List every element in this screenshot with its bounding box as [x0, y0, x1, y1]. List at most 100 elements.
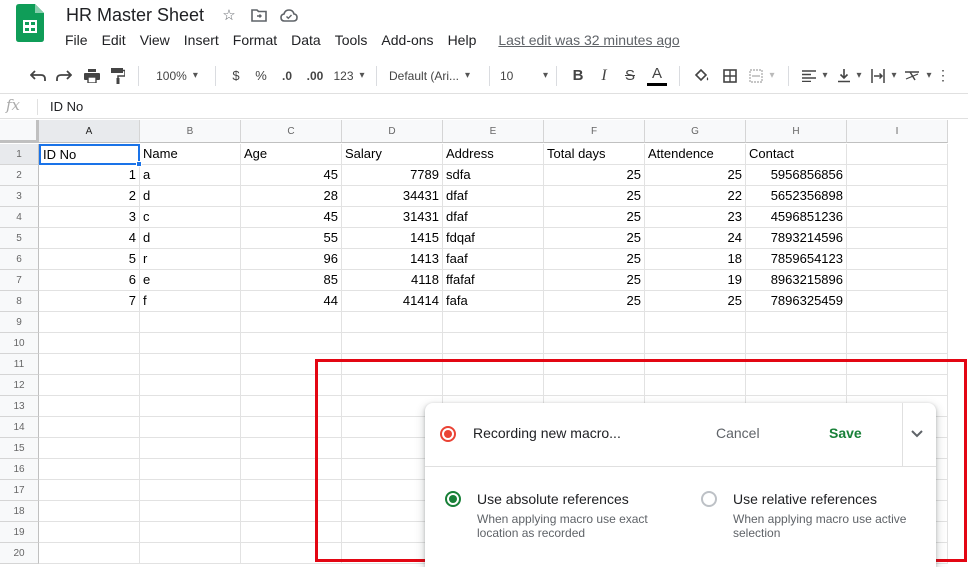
data-cell[interactable]: 45 [241, 207, 342, 228]
header-cell[interactable]: Address [443, 144, 544, 165]
data-cell[interactable]: 4118 [342, 270, 443, 291]
chevron-down-icon[interactable] [911, 425, 923, 441]
fill-color-icon[interactable] [688, 62, 716, 90]
empty-cell[interactable] [847, 291, 948, 312]
row-header[interactable]: 7 [0, 270, 39, 291]
column-header-h[interactable]: H [746, 120, 847, 143]
data-cell[interactable]: 7789 [342, 165, 443, 186]
data-cell[interactable]: 85 [241, 270, 342, 291]
column-header-i[interactable]: I [847, 120, 948, 143]
vertical-align-icon[interactable] [833, 62, 867, 90]
empty-cell[interactable] [39, 396, 140, 417]
empty-cell[interactable] [847, 312, 948, 333]
empty-cell[interactable] [140, 543, 241, 564]
menu-view[interactable]: View [133, 31, 177, 49]
formula-input[interactable]: ID No [50, 99, 83, 114]
menu-file[interactable]: File [58, 31, 95, 49]
empty-cell[interactable] [39, 522, 140, 543]
data-cell[interactable]: e [140, 270, 241, 291]
empty-cell[interactable] [140, 522, 241, 543]
empty-cell[interactable] [140, 501, 241, 522]
row-header[interactable]: 14 [0, 417, 39, 438]
document-title[interactable]: HR Master Sheet [66, 5, 204, 26]
empty-cell[interactable] [140, 375, 241, 396]
data-cell[interactable]: 1413 [342, 249, 443, 270]
font-size-select[interactable]: 10 [498, 62, 548, 90]
relative-references-radio[interactable] [701, 491, 717, 507]
empty-cell[interactable] [140, 333, 241, 354]
row-header[interactable]: 12 [0, 375, 39, 396]
data-cell[interactable]: 96 [241, 249, 342, 270]
data-cell[interactable]: fafa [443, 291, 544, 312]
empty-cell[interactable] [847, 165, 948, 186]
data-cell[interactable]: 7 [39, 291, 140, 312]
empty-cell[interactable] [847, 270, 948, 291]
empty-cell[interactable] [443, 312, 544, 333]
data-cell[interactable]: 25 [544, 249, 645, 270]
more-formats-select[interactable]: 123 [330, 62, 368, 90]
more-toolbar-icon[interactable]: ⋮ [936, 62, 950, 90]
data-cell[interactable]: 5 [39, 249, 140, 270]
data-cell[interactable]: 19 [645, 270, 746, 291]
column-header-f[interactable]: F [544, 120, 645, 143]
empty-cell[interactable] [39, 480, 140, 501]
menu-addons[interactable]: Add-ons [374, 31, 440, 49]
absolute-references-title[interactable]: Use absolute references [477, 491, 629, 507]
increase-decimal-button[interactable]: .00 [300, 62, 330, 90]
row-header[interactable]: 20 [0, 543, 39, 564]
row-header[interactable]: 10 [0, 333, 39, 354]
font-family-select[interactable]: Default (Ari... [385, 62, 481, 90]
empty-cell[interactable] [140, 480, 241, 501]
header-cell[interactable]: Contact [746, 144, 847, 165]
data-cell[interactable]: d [140, 228, 241, 249]
data-cell[interactable]: 22 [645, 186, 746, 207]
empty-cell[interactable] [847, 186, 948, 207]
data-cell[interactable]: 25 [645, 291, 746, 312]
data-cell[interactable]: 25 [544, 270, 645, 291]
empty-cell[interactable] [140, 312, 241, 333]
column-header-d[interactable]: D [342, 120, 443, 143]
data-cell[interactable]: 7896325459 [746, 291, 847, 312]
menu-data[interactable]: Data [284, 31, 328, 49]
decrease-decimal-button[interactable]: .0 [274, 62, 300, 90]
empty-cell[interactable] [140, 417, 241, 438]
data-cell[interactable]: 2 [39, 186, 140, 207]
data-cell[interactable]: ffafaf [443, 270, 544, 291]
empty-cell[interactable] [241, 312, 342, 333]
paint-format-icon[interactable] [106, 62, 130, 90]
data-cell[interactable]: f [140, 291, 241, 312]
row-header[interactable]: 4 [0, 207, 39, 228]
empty-cell[interactable] [645, 333, 746, 354]
data-cell[interactable]: 18 [645, 249, 746, 270]
data-cell[interactable]: 31431 [342, 207, 443, 228]
header-cell[interactable]: Age [241, 144, 342, 165]
data-cell[interactable]: 4 [39, 228, 140, 249]
row-header[interactable]: 13 [0, 396, 39, 417]
data-cell[interactable]: 25 [544, 291, 645, 312]
row-header[interactable]: 11 [0, 354, 39, 375]
menu-help[interactable]: Help [441, 31, 484, 49]
merge-cells-icon[interactable] [744, 62, 780, 90]
cancel-button[interactable]: Cancel [716, 425, 760, 441]
empty-cell[interactable] [544, 312, 645, 333]
data-cell[interactable]: sdfa [443, 165, 544, 186]
currency-format-button[interactable]: $ [224, 62, 248, 90]
column-header-c[interactable]: C [241, 120, 342, 143]
save-button[interactable]: Save [829, 425, 862, 441]
row-header[interactable]: 15 [0, 438, 39, 459]
menu-tools[interactable]: Tools [328, 31, 375, 49]
data-cell[interactable]: 7893214596 [746, 228, 847, 249]
row-header[interactable]: 1 [0, 144, 39, 165]
empty-cell[interactable] [140, 354, 241, 375]
empty-cell[interactable] [544, 333, 645, 354]
empty-cell[interactable] [847, 144, 948, 165]
horizontal-align-icon[interactable] [797, 62, 833, 90]
empty-cell[interactable] [746, 333, 847, 354]
empty-cell[interactable] [39, 417, 140, 438]
empty-cell[interactable] [140, 438, 241, 459]
menu-insert[interactable]: Insert [177, 31, 226, 49]
text-rotation-icon[interactable] [901, 62, 935, 90]
data-cell[interactable]: 8963215896 [746, 270, 847, 291]
empty-cell[interactable] [342, 312, 443, 333]
data-cell[interactable]: fdqaf [443, 228, 544, 249]
